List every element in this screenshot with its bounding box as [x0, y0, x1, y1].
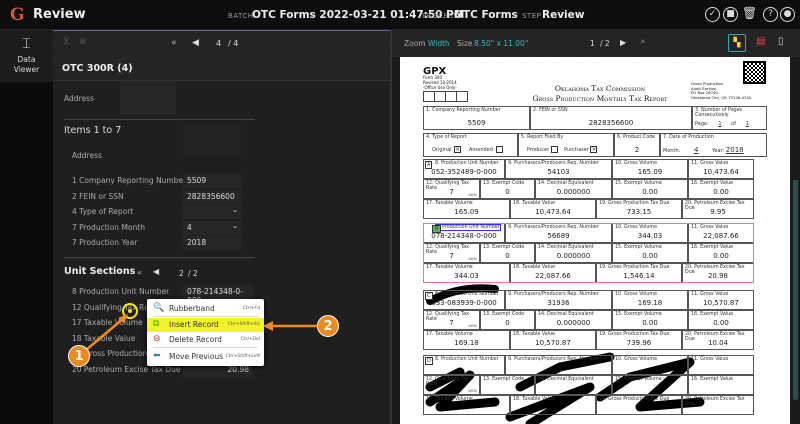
callout-arrow-1	[85, 317, 125, 351]
callout-badge-2: 2	[317, 315, 339, 337]
active-section-highlight	[423, 223, 754, 283]
callout-badge-1: 1	[68, 345, 90, 367]
annotation-overlay	[85, 303, 318, 351]
